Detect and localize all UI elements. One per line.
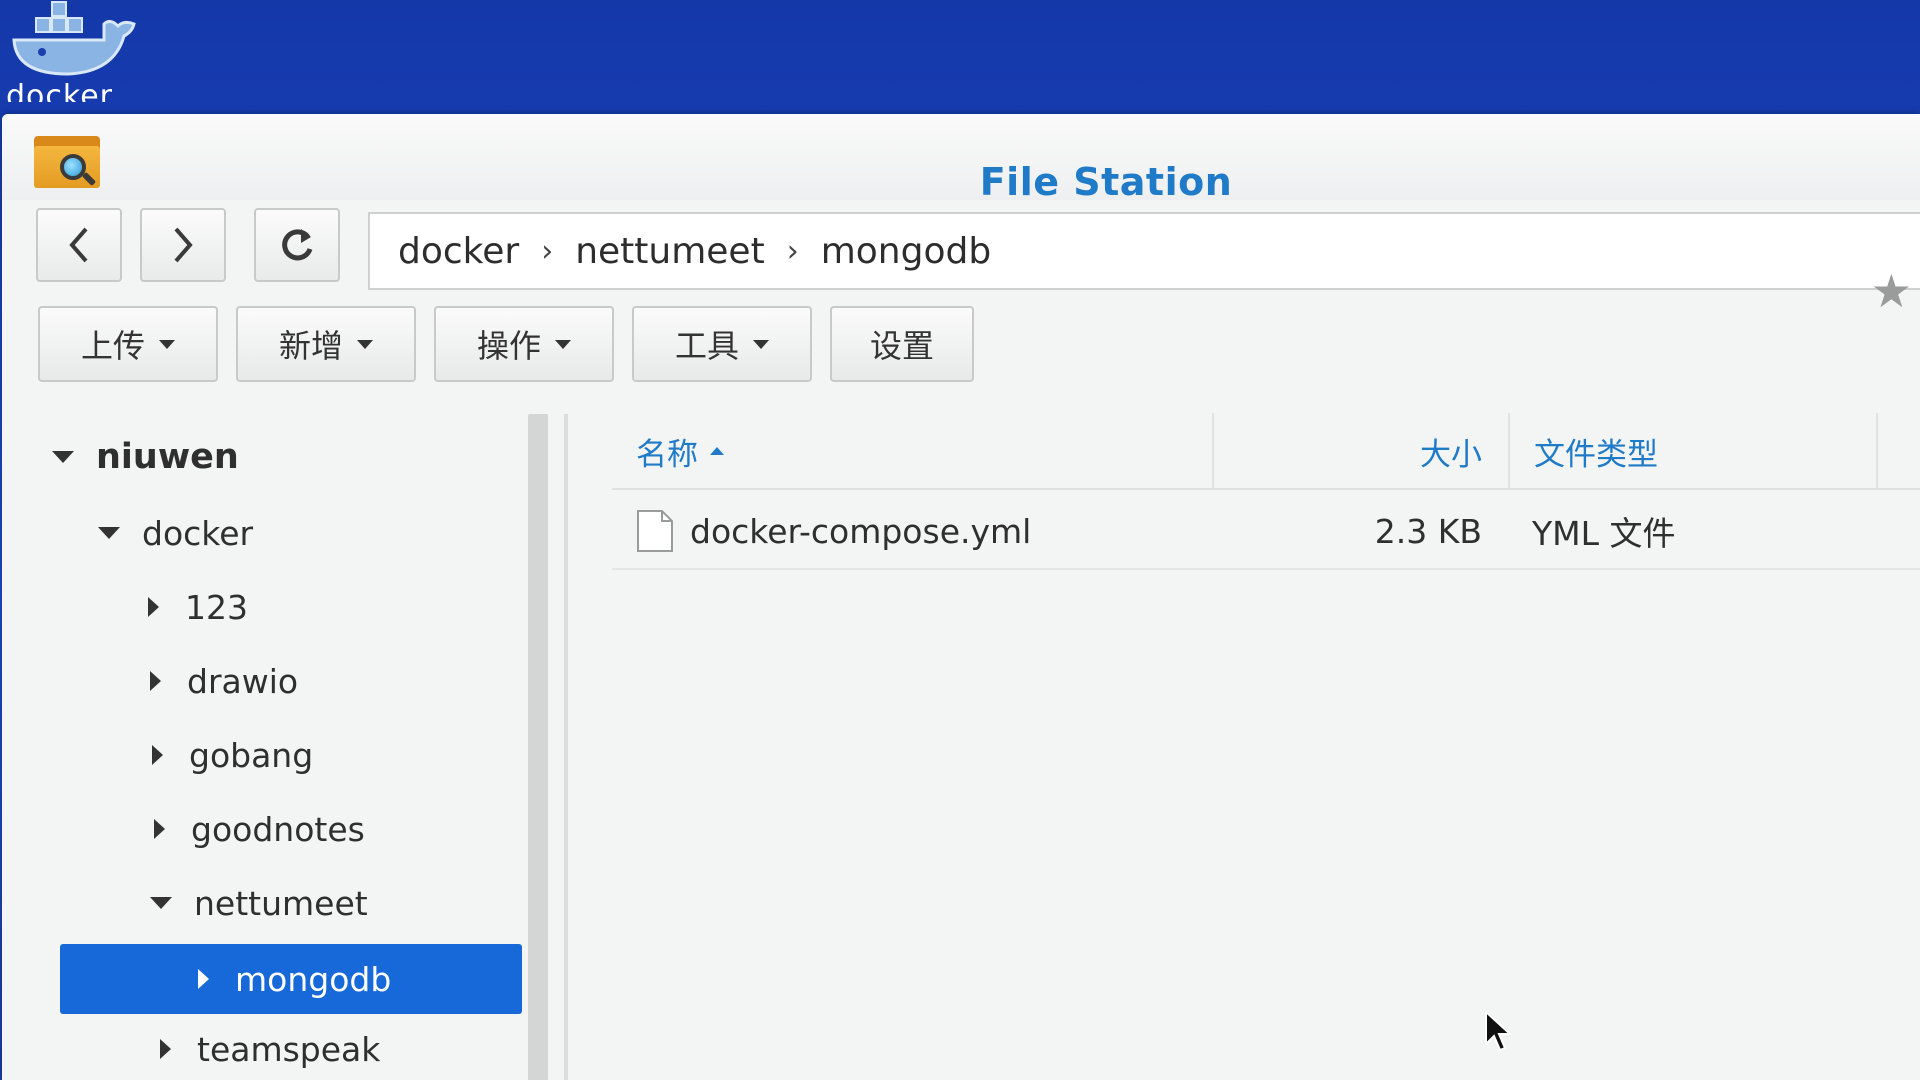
caret-down-icon (555, 339, 571, 349)
tree-item-label: gobang (189, 735, 314, 775)
folder-tree: niuwen docker 123 drawio gobang goodnote… (42, 414, 532, 1080)
tree-item-label: docker (142, 513, 254, 553)
file-icon (636, 509, 674, 553)
breadcrumb-item[interactable]: docker (392, 231, 525, 272)
tree-item-teamspeak[interactable]: teamspeak (160, 1014, 380, 1080)
caret-right-icon (150, 671, 161, 691)
tree-item-gobang[interactable]: gobang (152, 720, 313, 790)
chevron-right-icon: › (541, 233, 554, 269)
upload-label: 上传 (80, 327, 145, 365)
column-type-label: 文件类型 (1534, 436, 1658, 473)
list-header: 名称 大小 文件类型 (612, 413, 1920, 490)
column-header-name[interactable]: 名称 (612, 429, 1212, 474)
tree-item-label: mongodb (235, 959, 392, 999)
caret-down-icon (357, 339, 373, 349)
tree-item-label: niuwen (96, 437, 239, 477)
create-label: 新增 (278, 327, 343, 365)
desktop-icon-label: docker (6, 80, 113, 102)
star-icon[interactable]: ★ (1871, 264, 1912, 318)
create-button[interactable]: 新增 (236, 306, 416, 382)
caret-right-icon (152, 745, 163, 765)
caret-down-icon (52, 451, 74, 463)
breadcrumb-item[interactable]: mongodb (815, 231, 998, 272)
column-header-type[interactable]: 文件类型 (1508, 413, 1878, 489)
mouse-cursor-icon (1484, 1009, 1514, 1054)
tree-item-label: nettumeet (194, 883, 368, 923)
breadcrumb-item[interactable]: nettumeet (569, 231, 771, 272)
docker-whale-icon (12, 1, 136, 76)
tools-button[interactable]: 工具 (632, 306, 812, 382)
tree-root-niuwen[interactable]: niuwen (52, 422, 239, 492)
tree-item-label: drawio (187, 661, 299, 701)
breadcrumb[interactable]: docker › nettumeet › mongodb (368, 212, 1920, 290)
chevron-left-icon (69, 227, 88, 263)
action-button[interactable]: 操作 (434, 306, 614, 382)
tree-scrollbar[interactable] (528, 414, 548, 1080)
caret-down-icon (159, 339, 175, 349)
caret-right-icon (154, 819, 165, 839)
caret-down-icon (150, 897, 172, 909)
file-station-window: File Station docker › nettumeet › mongod… (2, 114, 1920, 1080)
file-name-cell: docker-compose.yml (612, 509, 1212, 553)
caret-right-icon (198, 969, 209, 989)
sort-ascending-icon (710, 447, 724, 455)
caret-right-icon (148, 597, 159, 617)
chevron-right-icon (174, 227, 193, 263)
caret-down-icon (753, 339, 769, 349)
tree-item-label: teamspeak (197, 1029, 381, 1069)
docker-desktop-icon[interactable]: docker (6, 0, 146, 106)
file-size: 2.3 KB (1374, 511, 1482, 551)
refresh-icon (282, 229, 313, 261)
tree-item-goodnotes[interactable]: goodnotes (154, 794, 365, 864)
table-row[interactable]: docker-compose.yml 2.3 KB YML 文件 (612, 494, 1920, 570)
tree-item-123[interactable]: 123 (148, 572, 248, 642)
upload-button[interactable]: 上传 (38, 306, 218, 382)
column-size-label: 大小 (1420, 436, 1482, 473)
tree-item-nettumeet[interactable]: nettumeet (150, 868, 368, 938)
back-button[interactable] (36, 208, 122, 282)
file-list: 名称 大小 文件类型 docker-compose.yml 2.3 KB YML… (612, 413, 1920, 1080)
caret-right-icon (160, 1039, 171, 1059)
tree-item-label: 123 (185, 587, 248, 627)
action-label: 操作 (476, 327, 541, 365)
tools-label: 工具 (674, 327, 739, 365)
tree-item-drawio[interactable]: drawio (150, 646, 298, 716)
tree-item-mongodb[interactable]: mongodb (60, 944, 522, 1014)
chevron-right-icon: › (786, 233, 799, 269)
column-name-label: 名称 (636, 436, 698, 473)
window-title: File Station (979, 160, 1233, 204)
window-titlebar[interactable]: File Station (2, 114, 1920, 204)
tree-item-docker[interactable]: docker (98, 498, 253, 568)
settings-button[interactable]: 设置 (830, 306, 974, 382)
settings-label: 设置 (869, 327, 934, 365)
forward-button[interactable] (140, 208, 226, 282)
refresh-button[interactable] (254, 208, 340, 282)
column-header-size[interactable]: 大小 (1212, 413, 1508, 489)
caret-down-icon (98, 527, 120, 539)
file-type: YML 文件 (1532, 514, 1676, 553)
file-name: docker-compose.yml (690, 511, 1032, 551)
tree-item-label: goodnotes (191, 809, 365, 849)
panel-divider[interactable] (564, 414, 568, 1080)
